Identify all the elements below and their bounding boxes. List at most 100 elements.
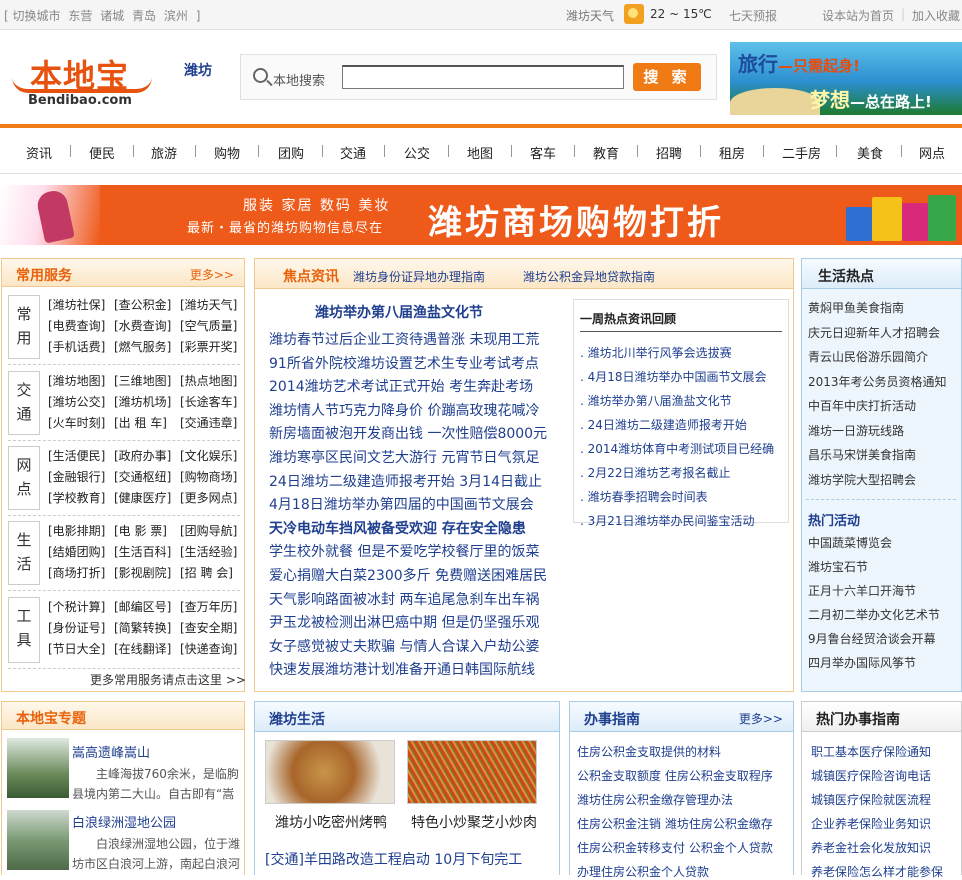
service-link[interactable]: [结婚团购] bbox=[48, 543, 105, 560]
news-item[interactable]: 尹玉龙被检测出淋巴癌中期 但是仍坚强乐观 bbox=[269, 612, 539, 632]
nav-item-3[interactable]: 购物 bbox=[214, 143, 240, 162]
nav-item-0[interactable]: 资讯 bbox=[26, 143, 52, 162]
city-link[interactable]: 诸城 bbox=[100, 9, 124, 23]
service-link[interactable]: [电影排期] bbox=[48, 522, 105, 539]
news-header-link[interactable]: 潍坊身份证异地办理指南 bbox=[353, 268, 485, 285]
life-hot-item[interactable]: 庆元日迎新年人才招聘会 bbox=[808, 324, 940, 341]
switch-city-link[interactable]: [ 切换城市 bbox=[4, 9, 61, 23]
guide-item[interactable]: 潍坊住房公积金缴存管理办法 bbox=[577, 791, 733, 808]
service-link[interactable]: [团购导航] bbox=[180, 522, 237, 539]
news-headline[interactable]: 潍坊举办第八届渔盐文化节 bbox=[315, 302, 483, 322]
service-link[interactable]: [身份证号] bbox=[48, 619, 105, 636]
service-link[interactable]: [交通枢纽] bbox=[114, 468, 171, 485]
service-link[interactable]: [简繁转换] bbox=[114, 619, 171, 636]
service-link[interactable]: [火车时刻] bbox=[48, 414, 105, 431]
service-link[interactable]: [政府办事] bbox=[114, 447, 171, 464]
add-favorite-link[interactable]: 加入收藏 bbox=[912, 7, 960, 24]
nav-item-4[interactable]: 团购 bbox=[278, 143, 304, 162]
mountain-image[interactable] bbox=[7, 738, 69, 798]
service-link[interactable]: [购物商场] bbox=[180, 468, 237, 485]
travel-banner[interactable]: 旅行—只需起身! 梦想—总在路上! bbox=[730, 42, 962, 115]
hot-guide-item[interactable]: 城镇医疗保险就医流程 bbox=[811, 791, 931, 808]
service-link[interactable]: [生活经验] bbox=[180, 543, 237, 560]
city-link[interactable]: 青岛 bbox=[132, 9, 156, 23]
service-link[interactable]: [潍坊社保] bbox=[48, 296, 105, 313]
service-link[interactable]: [潍坊机场] bbox=[114, 393, 171, 410]
guide-item[interactable]: 公积金支取额度 住房公积金支取程序 bbox=[577, 767, 773, 784]
news-item[interactable]: 女子感觉被丈夫欺骗 与情人合谋入户劫公婆 bbox=[269, 636, 539, 656]
service-link[interactable]: [电费查询] bbox=[48, 317, 105, 334]
life-hot-item[interactable]: 昌乐马宋饼美食指南 bbox=[808, 446, 916, 463]
nav-item-12[interactable]: 二手房 bbox=[782, 143, 821, 162]
hot-guide-item[interactable]: 企业养老保险业务知识 bbox=[811, 815, 931, 832]
shopping-promo-banner[interactable]: 服装 家居 数码 美妆 最新・最省的潍坊购物信息尽在 潍坊商场购物打折 bbox=[0, 185, 962, 245]
service-link[interactable]: [在线翻译] bbox=[114, 640, 171, 657]
service-link[interactable]: [出 租 车] bbox=[114, 414, 167, 431]
life-hot-item[interactable]: 潍坊学院大型招聘会 bbox=[808, 471, 916, 488]
more-services-link[interactable]: 更多常用服务请点击这里 >> bbox=[90, 671, 246, 688]
service-link[interactable]: [学校教育] bbox=[48, 489, 105, 506]
set-home-link[interactable]: 设本站为首页 bbox=[822, 7, 894, 24]
service-link[interactable]: [水费查询] bbox=[114, 317, 171, 334]
life-news-link[interactable]: [交通]羊田路改造工程启动 10月下旬完工 bbox=[265, 849, 522, 869]
news-header-link[interactable]: 潍坊公积金异地贷款指南 bbox=[523, 268, 655, 285]
hot-guide-item[interactable]: 养老金社会化发放知识 bbox=[811, 839, 931, 856]
news-item[interactable]: 潍坊寒亭区民间文艺大游行 元宵节日气氛足 bbox=[269, 447, 539, 467]
roast-duck-image[interactable] bbox=[265, 740, 395, 804]
service-link[interactable]: [个税计算] bbox=[48, 598, 105, 615]
service-link[interactable]: [更多网点] bbox=[180, 489, 237, 506]
nav-item-9[interactable]: 教育 bbox=[593, 143, 619, 162]
service-link[interactable]: [招 聘 会] bbox=[180, 564, 233, 581]
forecast-link[interactable]: 七天预报 bbox=[729, 7, 777, 24]
service-link[interactable]: [潍坊公交] bbox=[48, 393, 105, 410]
activity-item[interactable]: 潍坊宝石节 bbox=[808, 558, 868, 575]
service-link[interactable]: [影视剧院] bbox=[114, 564, 171, 581]
news-item[interactable]: 2014潍坊艺术考试正式开始 考生奔赴考场 bbox=[269, 376, 533, 396]
activity-item[interactable]: 9月鲁台经贸洽谈会开幕 bbox=[808, 630, 936, 647]
service-link[interactable]: [电 影 票] bbox=[114, 522, 167, 539]
hot-guide-item[interactable]: 城镇医疗保险咨询电话 bbox=[811, 767, 931, 784]
news-item[interactable]: 潍坊情人节巧克力降身价 价蹦高玫瑰花喊冷 bbox=[269, 400, 539, 420]
weather-link[interactable]: 潍坊天气 bbox=[566, 7, 614, 24]
guide-item[interactable]: 住房公积金注销 潍坊住房公积金缴存 bbox=[577, 815, 773, 832]
life-hot-item[interactable]: 中百年中庆打折活动 bbox=[808, 397, 916, 414]
guide-item[interactable]: 办理住房公积金个人贷款 bbox=[577, 863, 709, 880]
nav-item-1[interactable]: 便民 bbox=[89, 143, 115, 162]
activity-item[interactable]: 二月初二举办文化艺术节 bbox=[808, 606, 940, 623]
guide-item[interactable]: 住房公积金转移支付 公积金个人贷款 bbox=[577, 839, 773, 856]
service-link[interactable]: [交通违章] bbox=[180, 414, 237, 431]
nav-item-8[interactable]: 客车 bbox=[530, 143, 556, 162]
news-item[interactable]: 24日潍坊二级建造师报考开始 3月14日截止 bbox=[269, 471, 542, 491]
service-link[interactable]: [长途客车] bbox=[180, 393, 237, 410]
service-link[interactable]: [邮编区号] bbox=[114, 598, 171, 615]
service-link[interactable]: [查公积金] bbox=[114, 296, 171, 313]
food-caption[interactable]: 特色小炒聚芝小炒肉 bbox=[411, 812, 537, 832]
nav-item-6[interactable]: 公交 bbox=[404, 143, 430, 162]
service-link[interactable]: [三维地图] bbox=[114, 372, 171, 389]
service-link[interactable]: [潍坊地图] bbox=[48, 372, 105, 389]
recap-item[interactable]: . 2014潍坊体育中考测试项目已经确 bbox=[580, 440, 774, 457]
service-link[interactable]: [燃气服务] bbox=[114, 338, 171, 355]
wetland-image[interactable] bbox=[7, 810, 69, 870]
activity-item[interactable]: 正月十六羊口开海节 bbox=[808, 582, 916, 599]
news-item[interactable]: 学生校外就餐 但是不爱吃学校餐厅里的饭菜 bbox=[269, 541, 539, 561]
site-logo[interactable]: 本地宝 Bendibao.com bbox=[12, 51, 152, 108]
recap-item[interactable]: . 潍坊春季招聘会时间表 bbox=[580, 488, 708, 505]
service-link[interactable]: [查万年历] bbox=[180, 598, 237, 615]
hot-guide-item[interactable]: 职工基本医疗保险通知 bbox=[811, 743, 931, 760]
nav-item-14[interactable]: 网点 bbox=[919, 143, 945, 162]
nav-item-10[interactable]: 招聘 bbox=[656, 143, 682, 162]
more-link[interactable]: 更多>> bbox=[190, 266, 234, 283]
news-item[interactable]: 天冷电动车挡风被备受欢迎 存在安全隐患 bbox=[269, 518, 526, 538]
recap-item[interactable]: . 潍坊北川举行风筝会选拔赛 bbox=[580, 344, 732, 361]
life-hot-item[interactable]: 黄焖甲鱼美食指南 bbox=[808, 299, 904, 316]
news-item[interactable]: 91所省外院校潍坊设置艺术生专业考试考点 bbox=[269, 353, 539, 373]
nav-item-2[interactable]: 旅游 bbox=[151, 143, 177, 162]
nav-item-13[interactable]: 美食 bbox=[857, 143, 883, 162]
food-caption[interactable]: 潍坊小吃密州烤鸭 bbox=[275, 812, 387, 832]
guide-item[interactable]: 住房公积金支取提供的材料 bbox=[577, 743, 721, 760]
recap-item[interactable]: . 3月21日潍坊举办民间鉴宝活动 bbox=[580, 512, 755, 529]
life-hot-item[interactable]: 潍坊一日游玩线路 bbox=[808, 422, 904, 439]
service-link[interactable]: [手机话费] bbox=[48, 338, 105, 355]
activity-item[interactable]: 四月举办国际风筝节 bbox=[808, 654, 916, 671]
